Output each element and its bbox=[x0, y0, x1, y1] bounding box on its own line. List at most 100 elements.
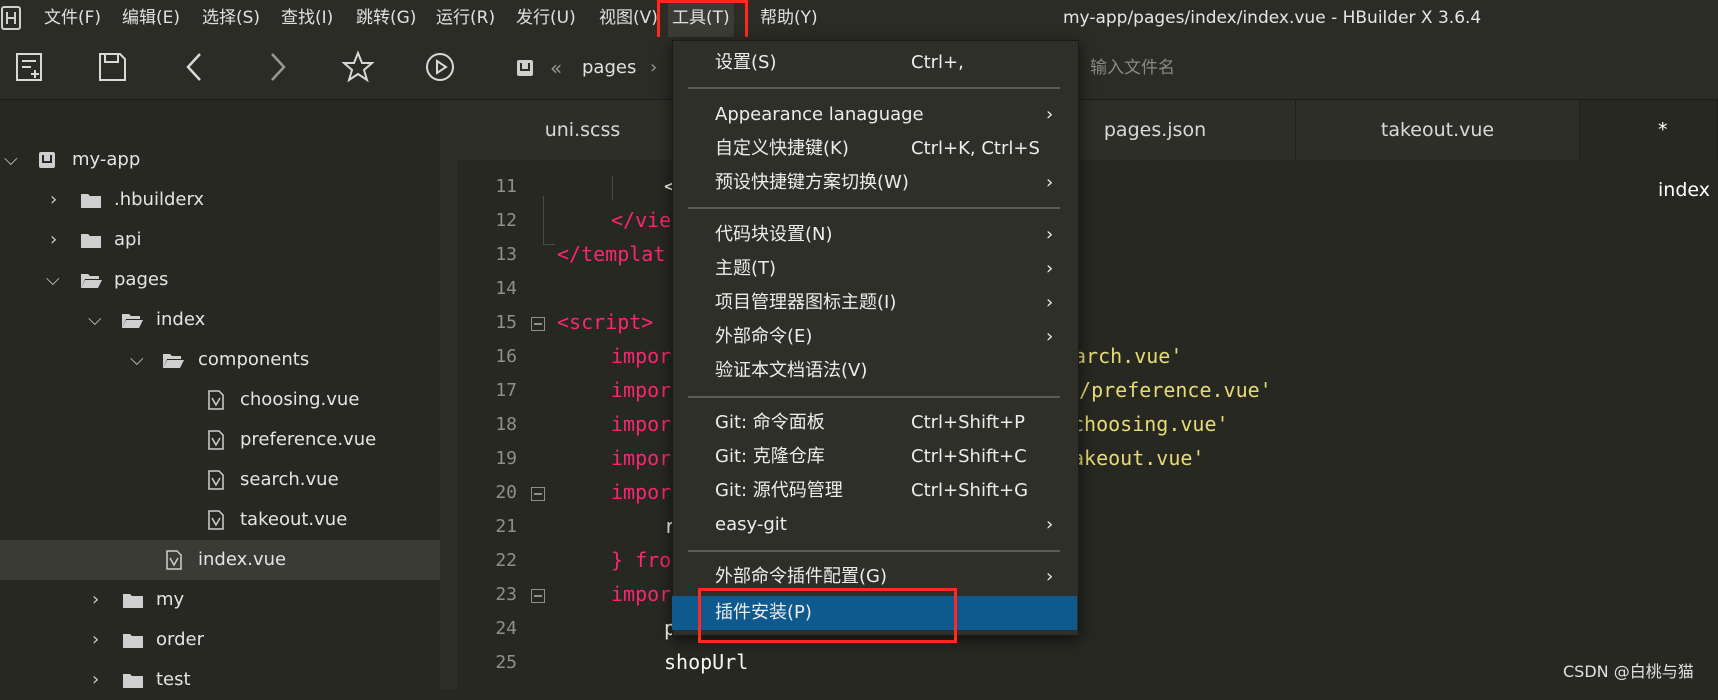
menu-item-settings[interactable]: 设置(S) Ctrl+, bbox=[672, 46, 1077, 80]
menu-view[interactable]: 视图(V) bbox=[599, 0, 658, 37]
tree-item-takeout-vue[interactable]: takeout.vue bbox=[0, 500, 440, 540]
menu-item-appearance-language[interactable]: Appearance lanaguage › bbox=[672, 98, 1077, 132]
fold-toggle-icon[interactable] bbox=[531, 487, 545, 501]
sidebar-scrollbar[interactable] bbox=[440, 100, 457, 689]
back-icon[interactable] bbox=[178, 50, 212, 84]
line-number: 20 bbox=[495, 482, 517, 503]
menu-item-shortcut: Ctrl+, bbox=[911, 52, 964, 73]
tab-index-vue[interactable]: * index bbox=[1580, 100, 1718, 201]
watermark: CSDN @白桃与猫 bbox=[1563, 662, 1694, 681]
tree-item-order[interactable]: › order bbox=[0, 620, 440, 660]
menu-publish[interactable]: 发行(U) bbox=[516, 0, 576, 37]
tree-item-components[interactable]: ⌵ components bbox=[0, 340, 440, 380]
fold-toggle-icon[interactable] bbox=[531, 589, 545, 603]
line-number: 11 bbox=[495, 176, 517, 197]
menu-edit[interactable]: 编辑(E) bbox=[122, 0, 180, 37]
breadcrumb[interactable]: pages bbox=[582, 50, 636, 86]
code-string: arch.vue' bbox=[1074, 344, 1183, 368]
menu-item-keymap-preset[interactable]: 预设快捷键方案切换(W) › bbox=[672, 166, 1077, 200]
menu-item-label: Git: 命令面板 bbox=[715, 412, 825, 433]
line-number: 19 bbox=[495, 448, 517, 469]
line-number: 23 bbox=[495, 584, 517, 605]
menu-select[interactable]: 选择(S) bbox=[202, 0, 260, 37]
menu-item-custom-keybindings[interactable]: 自定义快捷键(K) Ctrl+K, Ctrl+S bbox=[672, 132, 1077, 166]
menu-item-easy-git[interactable]: easy-git › bbox=[672, 508, 1077, 542]
tree-item-choosing-vue[interactable]: choosing.vue bbox=[0, 380, 440, 420]
chevron-right-icon: › bbox=[1046, 104, 1054, 125]
folder-icon bbox=[123, 594, 143, 608]
chevron-right-icon: › bbox=[92, 669, 100, 690]
tree-item-preference-vue[interactable]: preference.vue bbox=[0, 420, 440, 460]
forward-icon[interactable] bbox=[260, 50, 294, 84]
chevron-right-icon: › bbox=[50, 189, 58, 210]
tree-item-api[interactable]: › api bbox=[0, 220, 440, 260]
code-line: impor bbox=[611, 582, 672, 606]
file-search-input[interactable]: 输入文件名 bbox=[1090, 50, 1175, 86]
code-string: choosing.vue' bbox=[1072, 412, 1229, 436]
save-icon[interactable] bbox=[95, 50, 129, 84]
menu-item-git-command-palette[interactable]: Git: 命令面板 Ctrl+Shift+P bbox=[672, 406, 1077, 440]
menu-item-icon-theme[interactable]: 项目管理器图标主题(I) › bbox=[672, 286, 1077, 320]
line-number: 17 bbox=[495, 380, 517, 401]
line-number: 14 bbox=[495, 278, 517, 299]
tree-item-label: pages bbox=[114, 269, 169, 290]
menu-item-label: 主题(T) bbox=[715, 258, 777, 279]
line-number: 21 bbox=[495, 516, 517, 537]
menu-find[interactable]: 查找(I) bbox=[281, 0, 333, 37]
tree-item-index-vue[interactable]: index.vue bbox=[0, 540, 440, 580]
menu-separator bbox=[688, 396, 1060, 398]
menu-item-shortcut: Ctrl+K, Ctrl+S bbox=[911, 138, 1040, 159]
chevron-right-icon: › bbox=[92, 589, 100, 610]
code-line: </vie bbox=[611, 208, 672, 232]
code-line: impor bbox=[611, 446, 672, 470]
menu-item-label: Appearance lanaguage bbox=[715, 104, 924, 125]
line-number: 13 bbox=[495, 244, 517, 265]
fold-toggle-icon[interactable] bbox=[531, 317, 545, 331]
menu-item-snippet-settings[interactable]: 代码块设置(N) › bbox=[672, 218, 1077, 252]
chevron-right-icon: › bbox=[1046, 326, 1054, 347]
hbuilder-logo-icon bbox=[1, 6, 21, 30]
menu-item-git-source-control[interactable]: Git: 源代码管理 Ctrl+Shift+G bbox=[672, 474, 1077, 508]
folder-icon bbox=[81, 234, 101, 248]
menu-item-git-clone[interactable]: Git: 克隆仓库 Ctrl+Shift+C bbox=[672, 440, 1077, 474]
tree-item-label: preference.vue bbox=[240, 429, 377, 450]
chevron-right-icon: › bbox=[1046, 566, 1054, 587]
tab-takeout-vue[interactable]: takeout.vue bbox=[1296, 100, 1580, 160]
menu-item-label: 预设快捷键方案切换(W) bbox=[715, 172, 909, 193]
line-number: 12 bbox=[495, 210, 517, 231]
chevron-down-icon: ⌵ bbox=[130, 349, 144, 370]
tree-item-index-folder[interactable]: ⌵ index bbox=[0, 300, 440, 340]
new-file-icon[interactable] bbox=[13, 50, 47, 84]
folder-icon bbox=[81, 194, 101, 208]
tab-uni-scss[interactable]: uni.scss bbox=[470, 100, 696, 160]
menu-help[interactable]: 帮助(Y) bbox=[760, 0, 818, 37]
folder-icon bbox=[123, 634, 143, 648]
tree-item-search-vue[interactable]: search.vue bbox=[0, 460, 440, 500]
menu-item-validate-syntax[interactable]: 验证本文档语法(V) bbox=[672, 354, 1077, 388]
chevron-down-icon: ⌵ bbox=[46, 269, 60, 290]
menu-goto[interactable]: 跳转(G) bbox=[356, 0, 416, 37]
tree-item-label: index bbox=[156, 309, 206, 330]
tree-item-hbuilderx[interactable]: › .hbuilderx bbox=[0, 180, 440, 220]
menu-separator bbox=[688, 207, 1060, 209]
tree-item-my[interactable]: › my bbox=[0, 580, 440, 620]
menu-item-shortcut: Ctrl+Shift+G bbox=[911, 480, 1029, 501]
breadcrumb-collapse-icon[interactable]: « bbox=[550, 50, 562, 86]
line-number: 15 bbox=[495, 312, 517, 333]
menu-run[interactable]: 运行(R) bbox=[436, 0, 495, 37]
tree-item-label: search.vue bbox=[240, 469, 339, 490]
code-line: impor bbox=[611, 480, 672, 504]
vue-file-icon bbox=[208, 510, 224, 530]
code-line: shopUrl bbox=[664, 650, 749, 674]
menu-item-external-commands[interactable]: 外部命令(E) › bbox=[672, 320, 1077, 354]
star-icon[interactable] bbox=[341, 50, 375, 84]
tree-item-my-app[interactable]: ⌵ my-app bbox=[0, 140, 440, 180]
menu-item-label: 验证本文档语法(V) bbox=[715, 360, 868, 381]
tree-item-test[interactable]: › test bbox=[0, 660, 440, 690]
tree-item-pages[interactable]: ⌵ pages bbox=[0, 260, 440, 300]
menu-item-theme[interactable]: 主题(T) › bbox=[672, 252, 1077, 286]
chevron-right-icon: › bbox=[50, 229, 58, 250]
tree-item-label: takeout.vue bbox=[240, 509, 348, 530]
run-icon[interactable] bbox=[423, 50, 457, 84]
menu-file[interactable]: 文件(F) bbox=[44, 0, 101, 37]
